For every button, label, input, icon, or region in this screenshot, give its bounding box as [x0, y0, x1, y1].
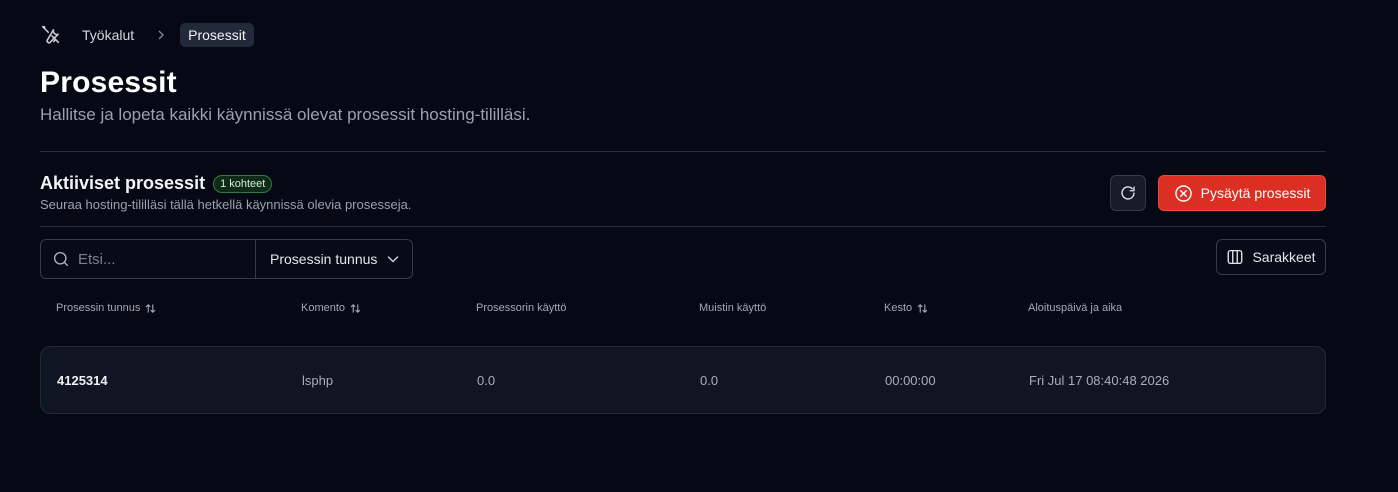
refresh-icon: [1121, 186, 1135, 200]
page-subtitle: Hallitse ja lopeta kaikki käynnissä olev…: [40, 105, 531, 124]
breadcrumb: Työkalut Prosessit: [40, 22, 254, 48]
search-icon: [53, 251, 69, 267]
header-divider: [40, 151, 1326, 152]
sort-icon: [146, 303, 156, 313]
column-header-started: Aloituspäivä ja aika: [1028, 302, 1123, 314]
cell-started: Fri Jul 17 08:40:48 2026: [1029, 373, 1170, 388]
section-title: Aktiiviset prosessit: [40, 173, 206, 193]
column-header-memory: Muistin käyttö: [699, 302, 767, 314]
search-field[interactable]: [41, 240, 256, 278]
filter-column-select[interactable]: Prosessin tunnus: [256, 240, 412, 278]
cell-duration: 00:00:00: [885, 373, 936, 388]
column-header-pid[interactable]: Prosessin tunnus: [56, 302, 156, 314]
column-header-command[interactable]: Komento: [301, 302, 361, 314]
section-header: Aktiiviset prosessit 1 kohteet: [40, 173, 273, 194]
breadcrumb-current: Prosessit: [180, 23, 254, 47]
sort-icon: [917, 303, 928, 313]
cell-command: lsphp: [302, 373, 334, 388]
kill-processes-label: Pysäytä prosessit: [1200, 185, 1311, 201]
sort-icon: [350, 303, 361, 313]
page-title: Prosessit: [40, 66, 177, 99]
columns-button[interactable]: Sarakkeet: [1216, 239, 1326, 275]
search-input[interactable]: [78, 250, 238, 268]
table-header: Prosessin tunnus Komento Prosessorin käy…: [0, 302, 1398, 318]
search-filter-group: Prosessin tunnus: [40, 239, 413, 279]
section-description: Seuraa hosting-tililläsi tällä hetkellä …: [40, 197, 412, 212]
breadcrumb-tools-link[interactable]: Työkalut: [82, 27, 134, 43]
table-row[interactable]: 4125314 lsphp 0.0 0.0 00:00:00 Fri Jul 1…: [40, 346, 1326, 414]
count-badge: 1 kohteet: [213, 174, 273, 193]
kill-processes-button[interactable]: Pysäytä prosessit: [1158, 175, 1326, 211]
chevron-right-icon: [156, 29, 166, 41]
columns-label: Sarakkeet: [1252, 249, 1316, 265]
cell-memory: 0.0: [700, 373, 719, 388]
column-header-duration[interactable]: Kesto: [884, 302, 928, 314]
filter-select-value: Prosessin tunnus: [270, 251, 378, 267]
refresh-button[interactable]: [1110, 175, 1146, 211]
x-circle-icon: [1174, 184, 1192, 202]
column-header-cpu: Prosessorin käyttö: [476, 302, 567, 314]
cell-cpu: 0.0: [477, 373, 496, 388]
section-divider: [40, 226, 1326, 227]
columns-icon: [1228, 249, 1243, 265]
tools-icon[interactable]: [40, 22, 68, 48]
chevron-down-icon: [387, 256, 399, 263]
cell-pid: 4125314: [57, 373, 108, 388]
